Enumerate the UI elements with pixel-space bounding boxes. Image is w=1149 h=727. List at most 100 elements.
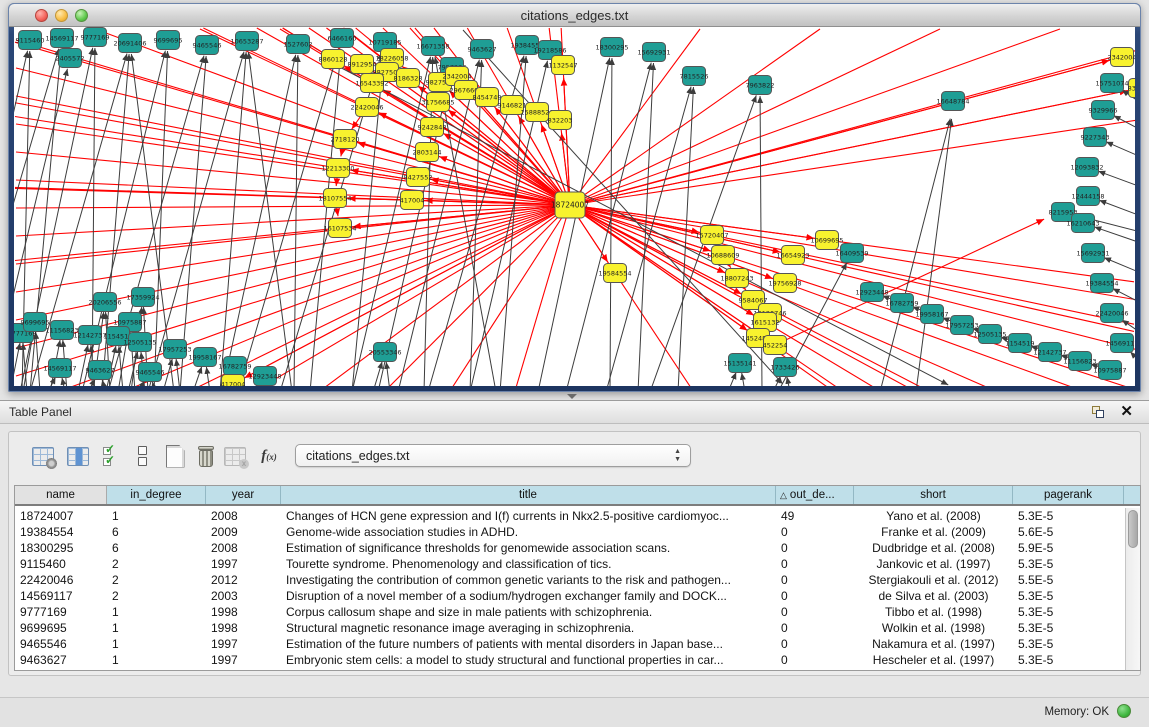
table-row[interactable]: 1938455462009Genome-wide association stu… <box>15 524 1124 540</box>
graph-node[interactable]: 19756928 <box>768 274 801 293</box>
graph-node[interactable]: 9465546 <box>193 36 222 55</box>
graph-node[interactable]: 20206556 <box>88 293 121 312</box>
column-header-pagerank[interactable]: pagerank <box>1013 486 1124 504</box>
table-row[interactable]: 946554611997Estimation of the future num… <box>15 636 1124 652</box>
column-header-year[interactable]: year <box>206 486 281 504</box>
column-visibility-icon[interactable] <box>64 442 92 470</box>
graph-node[interactable]: 16782759 <box>885 294 918 313</box>
graph-node[interactable]: 18107554 <box>318 189 351 208</box>
delete-column-icon[interactable]: x <box>221 442 249 470</box>
vertical-scrollbar[interactable] <box>1125 508 1140 670</box>
graph-node[interactable]: 12923448 <box>855 283 888 302</box>
citation-graph[interactable]: 9115460145691179777169240557220691406969… <box>14 27 1135 386</box>
row-select-icon[interactable]: ✓ ✓ <box>99 442 127 470</box>
graph-node[interactable]: 1132547 <box>549 56 578 75</box>
row-height-icon[interactable] <box>129 442 157 470</box>
graph-node[interactable]: 9115460 <box>16 31 45 50</box>
scrollbar-thumb[interactable] <box>1128 510 1138 548</box>
graph-node[interactable]: 16671358 <box>416 37 449 56</box>
graph-node[interactable]: 15692931 <box>637 43 670 62</box>
graph-node[interactable]: 12213300 <box>321 159 354 178</box>
graph-node[interactable]: 9227343 <box>1081 128 1110 147</box>
graph-node[interactable]: 12505135 <box>123 333 156 352</box>
table-row[interactable]: 977716911998Corpus callosum shape and si… <box>15 604 1124 620</box>
graph-node[interactable]: 10688609 <box>706 246 739 265</box>
graph-node[interactable]: 9699695 <box>154 31 183 50</box>
graph-node[interactable]: 10653287 <box>230 32 263 51</box>
graph-node[interactable]: 12142737 <box>1033 343 1066 362</box>
graph-node[interactable]: 12444158 <box>1071 187 1104 206</box>
graph-node[interactable]: 832203 <box>1128 79 1135 98</box>
table-options-icon[interactable] <box>29 442 57 470</box>
graph-node[interactable]: 452254 <box>763 336 788 355</box>
graph-node[interactable]: 417004 <box>221 375 246 387</box>
graph-node[interactable]: 7963822 <box>746 76 775 95</box>
function-builder-icon[interactable]: f(x) <box>255 442 283 470</box>
memory-status-indicator[interactable] <box>1117 704 1131 718</box>
graph-node[interactable]: 15135141 <box>723 354 756 373</box>
graph-node[interactable]: 9465546 <box>136 363 165 382</box>
graph-node[interactable]: 12093832 <box>1070 158 1103 177</box>
delete-table-icon[interactable] <box>192 442 220 470</box>
graph-node[interactable]: 9463627 <box>468 40 497 59</box>
graph-node[interactable]: 9242848 <box>418 118 447 137</box>
graph-node[interactable]: 8860128 <box>319 50 348 69</box>
graph-node[interactable]: 17957253 <box>158 340 191 359</box>
table-row[interactable]: 911546021997Tourette syndrome. Phenomeno… <box>15 556 1124 572</box>
graph-node[interactable]: 14569117 <box>45 29 78 48</box>
graph-node[interactable]: 17359924 <box>126 288 159 307</box>
new-table-icon[interactable] <box>161 442 189 470</box>
graph-hub-node[interactable]: 18724007 <box>551 192 589 218</box>
graph-node[interactable]: 7815526 <box>680 67 709 86</box>
table-row[interactable]: 1872400712008Changes of HCN gene express… <box>15 508 1124 524</box>
graph-node[interactable]: 14569117 <box>43 359 76 378</box>
graph-node[interactable]: 20691406 <box>113 34 146 53</box>
graph-node[interactable]: 2718120 <box>331 130 360 149</box>
graph-node[interactable]: 15720407 <box>695 226 728 245</box>
graph-node[interactable]: 2342004 <box>1108 48 1135 67</box>
graph-node[interactable]: 18300295 <box>595 38 628 57</box>
graph-node[interactable]: 9777169 <box>81 28 110 47</box>
graph-node[interactable]: 417004 <box>400 191 425 210</box>
graph-node[interactable]: 18807243 <box>720 269 753 288</box>
graph-node[interactable]: 16107534 <box>323 219 356 238</box>
table-row[interactable]: 946362711997Embryonic stem cells: a mode… <box>15 652 1124 668</box>
close-panel-icon[interactable]: ✕ <box>1120 403 1133 421</box>
graph-node[interactable]: 19958167 <box>915 305 948 324</box>
table-row[interactable]: 1456911722003Disruption of a novel membe… <box>15 588 1124 604</box>
graph-node[interactable]: 16543392 <box>355 74 388 93</box>
graph-node[interactable]: 11156823 <box>1063 352 1096 371</box>
graph-node[interactable]: 8186328 <box>394 69 423 88</box>
graph-node[interactable]: 19384554 <box>1085 274 1118 293</box>
split-pane-handle[interactable] <box>567 394 577 399</box>
graph-node[interactable]: 16648784 <box>936 92 969 111</box>
network-canvas[interactable]: 9115460145691179777169240557220691406969… <box>14 27 1135 386</box>
graph-node[interactable]: 12142737 <box>73 326 106 345</box>
graph-node[interactable]: 12505135 <box>973 325 1006 344</box>
graph-node[interactable]: 832203 <box>548 111 573 130</box>
column-header-name[interactable]: name <box>15 486 107 504</box>
column-header-short[interactable]: short <box>854 486 1013 504</box>
graph-node[interactable]: 31756685 <box>421 93 454 112</box>
graph-node[interactable]: 10699695 <box>810 231 843 250</box>
graph-node[interactable]: 19958167 <box>188 348 221 367</box>
graph-node[interactable]: 6466160 <box>328 29 357 48</box>
table-row[interactable]: 969969511998Structural magnetic resonanc… <box>15 620 1124 636</box>
graph-node[interactable]: 16782759 <box>218 357 251 376</box>
table-row[interactable]: 2242004622012Investigating the contribut… <box>15 572 1124 588</box>
column-header-title[interactable]: title <box>281 486 776 504</box>
graph-node[interactable]: 8427552 <box>404 168 433 187</box>
network-table-select[interactable]: citations_edges.txt ▲▼ <box>295 444 691 467</box>
graph-node[interactable]: 22420046 <box>1095 304 1128 323</box>
graph-node[interactable]: 1154519 <box>1006 334 1035 353</box>
graph-node[interactable]: 2405572 <box>56 49 85 68</box>
float-panel-icon[interactable] <box>1092 406 1105 419</box>
graph-node[interactable]: 16210643 <box>1066 214 1099 233</box>
graph-node[interactable]: 14569117 <box>1105 334 1135 353</box>
graph-node[interactable]: 19584554 <box>598 264 631 283</box>
graph-node[interactable]: 9329966 <box>1089 101 1118 120</box>
graph-node[interactable]: 9463627 <box>86 361 115 380</box>
graph-node[interactable]: 1733426 <box>771 358 800 377</box>
table-row[interactable]: 1830029562008Estimation of significance … <box>15 540 1124 556</box>
column-header-in_degree[interactable]: in_degree <box>107 486 206 504</box>
